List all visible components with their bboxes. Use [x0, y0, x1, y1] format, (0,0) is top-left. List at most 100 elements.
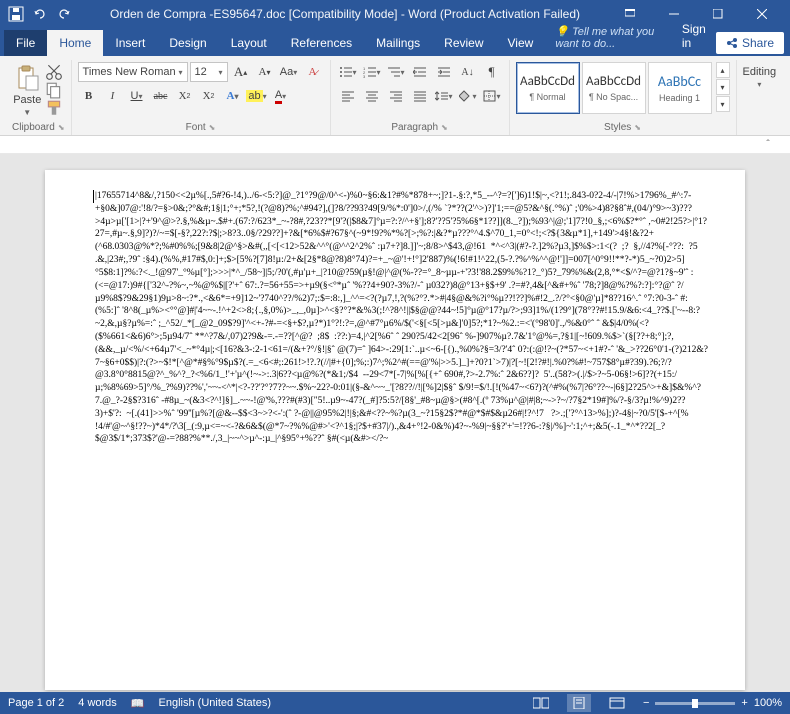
increase-indent-button[interactable]: [433, 62, 455, 82]
dialog-launcher-icon[interactable]: ⬊: [58, 123, 65, 132]
spellcheck-icon[interactable]: 📖: [131, 697, 145, 710]
tab-view[interactable]: View: [496, 30, 546, 56]
paragraph-label: Paragraph: [391, 122, 438, 133]
tell-me-search[interactable]: 💡 Tell me what you want to do...: [545, 19, 672, 56]
font-size-select[interactable]: 12 ▾: [190, 62, 228, 82]
font-size-value: 12: [195, 66, 207, 78]
styles-scroll-down[interactable]: ▾: [716, 79, 730, 95]
font-name-select[interactable]: Times New Roman▾: [78, 62, 188, 82]
dialog-launcher-icon[interactable]: ⬊: [209, 123, 216, 132]
italic-button[interactable]: I: [102, 86, 124, 106]
highlight-button[interactable]: ab▾: [246, 86, 268, 106]
group-editing: Editing ▾: [737, 60, 783, 135]
save-icon[interactable]: [8, 6, 24, 22]
font-color-button[interactable]: A▾: [270, 86, 292, 106]
tab-mailings[interactable]: Mailings: [364, 30, 432, 56]
share-label: Share: [742, 36, 774, 50]
style-heading1[interactable]: AaBbCc Heading 1: [648, 62, 712, 114]
window-title: Orden de Compra -ES95647.doc [Compatibil…: [80, 7, 610, 21]
subscript-button[interactable]: X2: [174, 86, 196, 106]
zoom-slider[interactable]: [655, 702, 735, 705]
tab-home[interactable]: Home: [47, 30, 103, 56]
word-count[interactable]: 4 words: [78, 697, 117, 709]
decrease-indent-button[interactable]: [409, 62, 431, 82]
tab-file[interactable]: File: [4, 30, 47, 56]
styles-scroll-up[interactable]: ▴: [716, 62, 730, 78]
grow-font-button[interactable]: A▴: [230, 62, 252, 82]
chevron-down-icon: ▾: [757, 80, 761, 89]
borders-button[interactable]: ▾: [481, 86, 503, 106]
document-page[interactable]: |17655714^8&/,?150<<2µ%[.,5#?6-!4,)../6-…: [45, 170, 745, 690]
justify-button[interactable]: [409, 86, 431, 106]
undo-icon[interactable]: [32, 6, 48, 22]
align-right-button[interactable]: [385, 86, 407, 106]
tab-insert[interactable]: Insert: [103, 30, 157, 56]
format-painter-icon[interactable]: [45, 100, 63, 116]
copy-icon[interactable]: [45, 82, 63, 98]
style-normal[interactable]: AaBbCcDd ¶ Normal: [516, 62, 580, 114]
show-marks-button[interactable]: ¶: [481, 62, 503, 82]
align-left-button[interactable]: [337, 86, 359, 106]
dialog-launcher-icon[interactable]: ⬊: [634, 123, 641, 132]
styles-expand[interactable]: ▾: [716, 96, 730, 112]
tab-review[interactable]: Review: [432, 30, 495, 56]
tab-layout[interactable]: Layout: [219, 30, 279, 56]
document-body-text[interactable]: |17655714^8&/,?150<<2µ%[.,5#?6-!4,)../6-…: [95, 190, 711, 446]
redo-icon[interactable]: [56, 6, 72, 22]
styles-label: Styles: [604, 122, 631, 133]
cut-icon[interactable]: [45, 64, 63, 80]
zoom-control: − + 100%: [643, 697, 782, 709]
bullets-button[interactable]: ▾: [337, 62, 359, 82]
strikethrough-button[interactable]: abc: [150, 86, 172, 106]
signin-link[interactable]: Sign in: [672, 16, 716, 56]
paste-button[interactable]: Paste ▼: [13, 60, 41, 117]
zoom-level[interactable]: 100%: [754, 697, 782, 709]
group-styles: AaBbCcDd ¶ Normal AaBbCcDd ¶ No Spac... …: [510, 60, 737, 135]
shading-button[interactable]: ▾: [457, 86, 479, 106]
superscript-button[interactable]: X2: [198, 86, 220, 106]
read-mode-button[interactable]: [529, 694, 553, 712]
style-no-spacing[interactable]: AaBbCcDd ¶ No Spac...: [582, 62, 646, 114]
bold-button[interactable]: B: [78, 86, 100, 106]
shrink-font-button[interactable]: A▾: [254, 62, 276, 82]
language-indicator[interactable]: English (United States): [159, 697, 272, 709]
group-paragraph: ▾ 123▾ ▾ A↓ ¶ ▾ ▾ ▾ Paragraph⬊: [331, 60, 510, 135]
close-button[interactable]: [742, 4, 782, 24]
page-indicator[interactable]: Page 1 of 2: [8, 697, 64, 709]
clear-formatting-button[interactable]: A̷: [302, 62, 324, 82]
clipboard-label: Clipboard: [12, 122, 55, 133]
status-bar: Page 1 of 2 4 words 📖 English (United St…: [0, 692, 790, 714]
ribbon: Paste ▼ Clipboard⬊ Times New Roman▾ 12▾ …: [0, 56, 790, 136]
chevron-down-icon: ▾: [219, 68, 223, 77]
collapse-ribbon-button[interactable]: ˆ: [758, 136, 778, 152]
share-button[interactable]: Share: [716, 32, 784, 54]
svg-text:3: 3: [363, 74, 366, 78]
zoom-in-button[interactable]: +: [741, 697, 747, 709]
dialog-launcher-icon[interactable]: ⬊: [441, 123, 448, 132]
print-layout-button[interactable]: [567, 694, 591, 712]
align-center-button[interactable]: [361, 86, 383, 106]
text-effects-button[interactable]: A▾: [222, 86, 244, 106]
numbering-button[interactable]: 123▾: [361, 62, 383, 82]
text-cursor: [93, 190, 94, 203]
group-font: Times New Roman▾ 12▾ A▴ A▾ Aa▾ A̷ B I U▾…: [72, 60, 331, 135]
zoom-out-button[interactable]: −: [643, 697, 649, 709]
underline-button[interactable]: U▾: [126, 86, 148, 106]
chevron-down-icon: ▾: [179, 68, 183, 77]
sort-button[interactable]: A↓: [457, 62, 479, 82]
chevron-down-icon: ▼: [23, 108, 31, 117]
tab-references[interactable]: References: [279, 30, 364, 56]
ribbon-tabs: File Home Insert Design Layout Reference…: [0, 28, 790, 56]
group-clipboard: Paste ▼ Clipboard⬊: [6, 60, 72, 135]
web-layout-button[interactable]: [605, 694, 629, 712]
ruler-area: ˆ: [0, 136, 790, 154]
tell-me-label: Tell me what you want to do...: [555, 26, 654, 50]
font-name-value: Times New Roman: [83, 66, 176, 78]
document-area[interactable]: |17655714^8&/,?150<<2µ%[.,5#?6-!4,)../6-…: [0, 154, 790, 692]
font-label: Font: [186, 122, 206, 133]
tab-design[interactable]: Design: [157, 30, 218, 56]
multilevel-list-button[interactable]: ▾: [385, 62, 407, 82]
editing-button[interactable]: Editing ▾: [743, 66, 777, 89]
change-case-button[interactable]: Aa▾: [278, 62, 300, 82]
line-spacing-button[interactable]: ▾: [433, 86, 455, 106]
